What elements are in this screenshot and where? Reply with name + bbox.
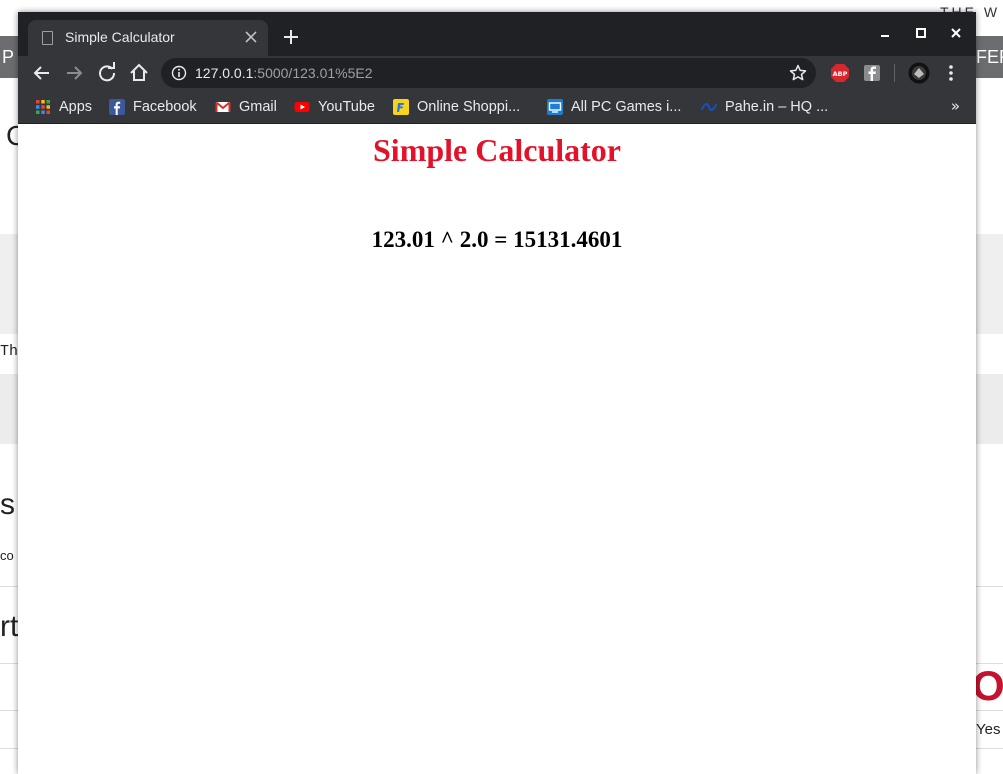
reload-button[interactable] (93, 59, 121, 87)
new-tab-button[interactable] (278, 25, 304, 49)
page-title: Simple Calculator (373, 132, 621, 168)
browser-toolbar: 127.0.0.1:5000/123.01%5E2 ABP (18, 56, 976, 90)
toolbar-separator (894, 64, 895, 82)
bookmark-gmail[interactable]: Gmail (215, 97, 277, 117)
menu-kebab-icon[interactable] (941, 63, 961, 83)
bookmarks-overflow-button[interactable]: » (951, 97, 960, 115)
background-nav-left-text: P (2, 47, 15, 67)
tab-close-icon[interactable] (240, 26, 262, 48)
address-bar[interactable]: 127.0.0.1:5000/123.01%5E2 (161, 58, 816, 88)
home-button[interactable] (125, 59, 153, 87)
close-window-button[interactable] (944, 21, 968, 45)
forward-button[interactable] (60, 59, 88, 87)
flipkart-icon (393, 99, 409, 115)
page-icon (42, 31, 53, 45)
adblock-plus-icon[interactable]: ABP (830, 63, 850, 83)
facebook-extension-icon[interactable] (862, 63, 882, 83)
tab-simple-calculator[interactable]: Simple Calculator (28, 20, 268, 56)
background-large-rt: rt (0, 610, 19, 643)
url-path: :5000/123.01%5E2 (253, 65, 373, 81)
background-logo-fragment: O (972, 662, 1003, 709)
svg-text:ABP: ABP (833, 70, 848, 78)
page-content: Simple Calculator 123.01 ^ 2.0 = 15131.4… (18, 124, 976, 774)
site-info-icon[interactable] (171, 65, 187, 81)
bookmark-pahe[interactable]: Pahe.in – HQ ... (700, 97, 829, 117)
url-host: 127.0.0.1 (195, 65, 254, 81)
bookmark-label: YouTube (318, 99, 375, 115)
bookmark-label: Facebook (133, 99, 197, 115)
tab-strip: Simple Calculator (18, 12, 976, 56)
gmail-icon (215, 99, 231, 115)
bookmark-label: Online Shoppi... (417, 99, 521, 115)
bookmark-facebook[interactable]: Facebook (109, 97, 197, 117)
pahe-icon (700, 99, 718, 115)
background-large-s: s (0, 488, 15, 521)
youtube-icon (294, 99, 310, 115)
back-button[interactable] (28, 59, 56, 87)
calculation-result: 123.01 ^ 2.0 = 15131.4601 (371, 227, 623, 252)
apps-grid-icon (35, 99, 51, 115)
facebook-icon (109, 99, 125, 115)
profile-avatar-icon[interactable] (908, 62, 930, 84)
browser-window: Simple Calculator 127.0.0.1:5000/123.01%… (18, 12, 976, 774)
bookmark-apps[interactable]: Apps (35, 97, 92, 117)
url-text: 127.0.0.1:5000/123.01%5E2 (195, 65, 373, 81)
pc-games-icon (547, 99, 563, 115)
bookmark-online-shopping[interactable]: Online Shoppi... (393, 97, 520, 117)
bookmarks-bar: Apps Facebook Gmail YouTube Online Shopp… (18, 90, 976, 124)
background-nav-right-text: FER (976, 47, 1003, 67)
maximize-window-button[interactable] (909, 21, 933, 45)
bookmark-label: Apps (59, 99, 93, 115)
bookmark-star-icon[interactable] (788, 63, 808, 83)
bookmark-label: Gmail (239, 99, 277, 115)
bookmark-label: All PC Games i... (571, 99, 682, 115)
background-small-co: co (0, 548, 14, 563)
tab-title: Simple Calculator (65, 29, 175, 45)
bookmark-youtube[interactable]: YouTube (294, 97, 375, 117)
minimize-window-button[interactable] (873, 21, 897, 45)
bookmark-all-pc-games[interactable]: All PC Games i... (547, 97, 681, 117)
background-small-yes: Yes (976, 721, 1001, 738)
bookmark-label: Pahe.in – HQ ... (725, 99, 829, 115)
